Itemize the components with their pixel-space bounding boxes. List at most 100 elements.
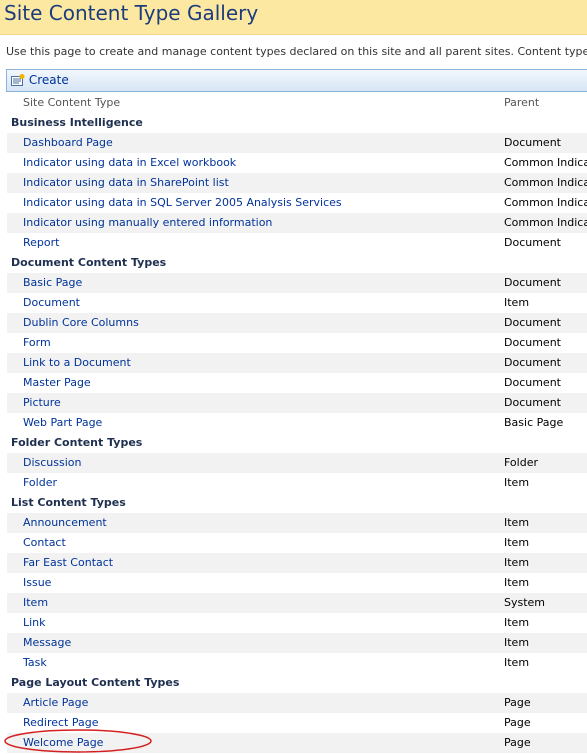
content-type-link[interactable]: Link to a Document <box>23 353 131 373</box>
table-row: Report Document <box>7 233 587 253</box>
content-type-link[interactable]: Article Page <box>23 693 88 713</box>
group-label: Folder Content Types <box>11 436 143 449</box>
parent-value: Item <box>504 296 530 309</box>
table-row: Item System <box>7 593 587 613</box>
parent-value: Document <box>504 316 561 329</box>
table-row: Document Item <box>7 293 587 313</box>
content-type-link[interactable]: Indicator using data in Excel workbook <box>23 153 236 173</box>
group-header: Page Layout Content Types <box>7 673 587 693</box>
table-row: Form Document <box>7 333 587 353</box>
parent-value: Common Indicator Columns <box>504 216 587 229</box>
content-type-link[interactable]: Item <box>23 593 48 613</box>
content-type-link[interactable]: Basic Page <box>23 273 82 293</box>
parent-value: Folder <box>504 456 538 469</box>
table-row: Indicator using data in SQL Server 2005 … <box>7 193 587 213</box>
parent-value: Document <box>504 136 561 149</box>
table-row: Far East Contact Item <box>7 553 587 573</box>
page-description: Use this page to create and manage conte… <box>6 45 587 58</box>
group-label: Page Layout Content Types <box>11 676 180 689</box>
table-row: Announcement Item <box>7 513 587 533</box>
table-row: Article Page Page <box>7 693 587 713</box>
parent-value: Document <box>504 336 561 349</box>
parent-value: Document <box>504 276 561 289</box>
new-item-icon <box>11 73 25 86</box>
parent-value: Common Indicator Columns <box>504 196 587 209</box>
content-type-link[interactable]: Redirect Page <box>23 713 99 733</box>
content-type-link[interactable]: Far East Contact <box>23 553 113 573</box>
parent-value: Document <box>504 236 561 249</box>
table-row: Basic Page Document <box>7 273 587 293</box>
group-label: Business Intelligence <box>11 116 143 129</box>
parent-value: System <box>504 596 546 609</box>
toolbar: Create <box>6 69 587 92</box>
content-type-link[interactable]: Web Part Page <box>23 413 102 433</box>
column-header-parent[interactable]: Parent <box>504 93 587 113</box>
content-type-link[interactable]: Message <box>23 633 71 653</box>
table-row: Discussion Folder <box>7 453 587 473</box>
table-row: Redirect Page Page <box>7 713 587 733</box>
content-type-link[interactable]: Task <box>23 653 47 673</box>
parent-value: Page <box>504 736 531 749</box>
content-type-link[interactable]: Form <box>23 333 51 353</box>
parent-value: Item <box>504 656 530 669</box>
table-row: Indicator using manually entered informa… <box>7 213 587 233</box>
column-header-type[interactable]: Site Content Type <box>23 93 120 113</box>
table-row: Dublin Core Columns Document <box>7 313 587 333</box>
parent-value: Item <box>504 536 530 549</box>
parent-value: Item <box>504 556 530 569</box>
content-type-link[interactable]: Dublin Core Columns <box>23 313 139 333</box>
parent-value: Item <box>504 576 530 589</box>
content-type-link[interactable]: Contact <box>23 533 66 553</box>
content-type-link[interactable]: Welcome Page <box>23 733 103 753</box>
parent-value: Document <box>504 376 561 389</box>
content-type-link[interactable]: Report <box>23 233 59 253</box>
table-row: Task Item <box>7 653 587 673</box>
group-label: Document Content Types <box>11 256 167 269</box>
group-header: Business Intelligence <box>7 113 587 133</box>
table-row: Folder Item <box>7 473 587 493</box>
parent-value: Basic Page <box>504 416 564 429</box>
parent-value: Document <box>504 356 561 369</box>
table-row: Issue Item <box>7 573 587 593</box>
parent-value: Common Indicator Columns <box>504 156 587 169</box>
parent-value: Document <box>504 396 561 409</box>
content-type-table: Site Content Type Parent Business Intell… <box>7 93 587 753</box>
content-type-link[interactable]: Indicator using manually entered informa… <box>23 213 272 233</box>
table-header: Site Content Type Parent <box>7 93 587 113</box>
table-row: Indicator using data in SharePoint list C… <box>7 173 587 193</box>
content-type-link[interactable]: Document <box>23 293 80 313</box>
content-type-link[interactable]: Discussion <box>23 453 82 473</box>
content-type-link[interactable]: Issue <box>23 573 51 593</box>
table-row: Link Item <box>7 613 587 633</box>
content-type-link[interactable]: Link <box>23 613 46 633</box>
table-row: Web Part Page Basic Page <box>7 413 587 433</box>
content-type-link[interactable]: Indicator using data in SharePoint list <box>23 173 229 193</box>
table-row: Welcome Page Page <box>7 733 587 753</box>
title-bar: Site Content Type Gallery <box>0 0 587 35</box>
parent-value: Page <box>504 696 531 709</box>
table-row: Master Page Document <box>7 373 587 393</box>
table-row: Dashboard Page Document <box>7 133 587 153</box>
parent-value: Item <box>504 476 530 489</box>
table-row: Link to a Document Document <box>7 353 587 373</box>
parent-value: Item <box>504 616 530 629</box>
table-row: Picture Document <box>7 393 587 413</box>
content-type-link[interactable]: Master Page <box>23 373 91 393</box>
content-type-link[interactable]: Folder <box>23 473 57 493</box>
create-label: Create <box>28 73 69 87</box>
parent-value: Item <box>504 516 530 529</box>
content-type-link[interactable]: Indicator using data in SQL Server 2005 … <box>23 193 342 213</box>
table-row: Indicator using data in Excel workbook Co… <box>7 153 587 173</box>
content-type-link[interactable]: Picture <box>23 393 61 413</box>
page-title: Site Content Type Gallery <box>4 1 259 25</box>
content-type-link[interactable]: Dashboard Page <box>23 133 113 153</box>
table-row: Contact Item <box>7 533 587 553</box>
parent-value: Common Indicator Columns <box>504 176 587 189</box>
parent-value: Item <box>504 636 530 649</box>
group-header: Folder Content Types <box>7 433 587 453</box>
content-type-link[interactable]: Announcement <box>23 513 107 533</box>
parent-value: Page <box>504 716 531 729</box>
group-header: Document Content Types <box>7 253 587 273</box>
table-row: Message Item <box>7 633 587 653</box>
create-button[interactable]: Create <box>11 71 69 90</box>
